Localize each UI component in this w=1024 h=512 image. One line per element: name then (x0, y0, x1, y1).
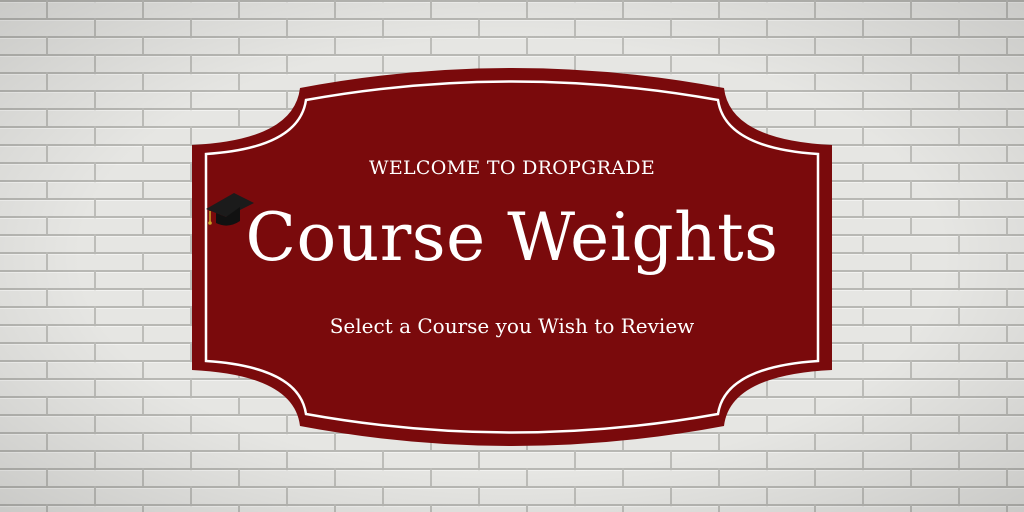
subtitle-text: Select a Course you Wish to Review (329, 314, 695, 338)
page-title: Course Weights (245, 199, 779, 276)
graduation-cap-icon (206, 193, 254, 226)
welcome-text: WELCOME TO DROPGRADE (369, 157, 655, 179)
